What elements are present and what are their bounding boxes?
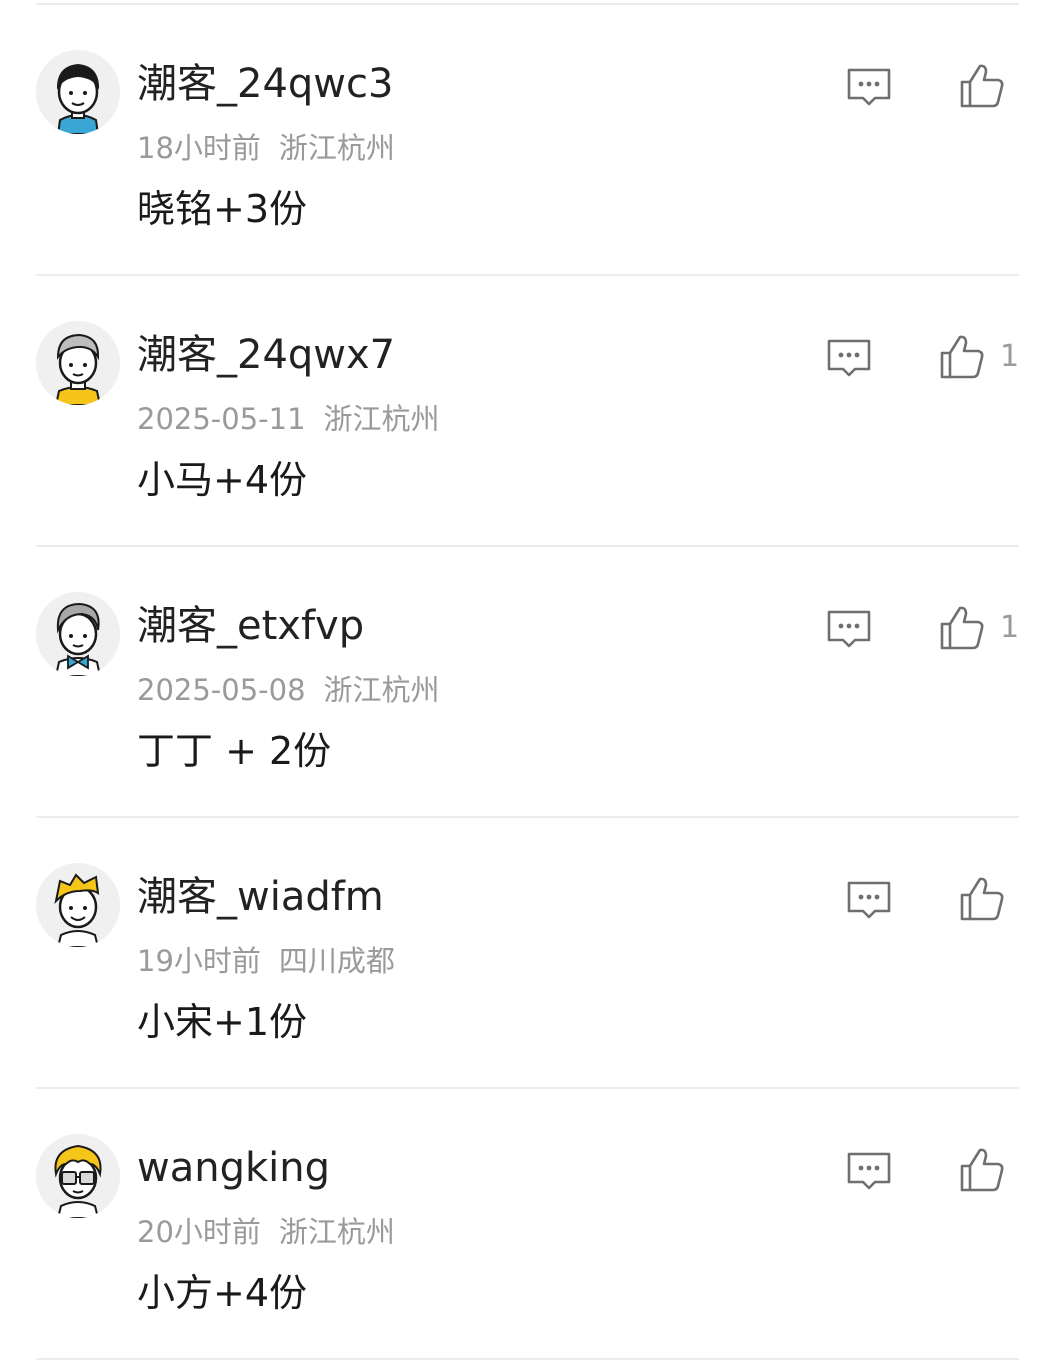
avatar[interactable] — [36, 1134, 120, 1218]
comment-location: 浙江杭州 — [323, 402, 440, 436]
like-count: 1 — [1000, 610, 1020, 645]
comment-location: 四川成都 — [278, 944, 395, 978]
comment-bubble-icon — [847, 881, 891, 919]
boy-black-hair-avatar-icon — [36, 50, 120, 134]
reply-button[interactable] — [825, 608, 873, 652]
comment-location: 浙江杭州 — [278, 1215, 395, 1249]
like-button[interactable] — [958, 1144, 1020, 1196]
username[interactable]: 潮客_24qwx7 — [137, 327, 395, 383]
thumbs-up-icon — [940, 335, 984, 379]
like-button[interactable] — [958, 873, 1020, 925]
reply-button[interactable] — [845, 66, 893, 110]
comment-text: 小马+4份 — [137, 458, 308, 502]
comment-location: 浙江杭州 — [278, 131, 395, 165]
comment-text: 小方+4份 — [137, 1271, 308, 1315]
comment-text: 小宋+1份 — [137, 1000, 308, 1044]
comment-time: 19小时前 — [137, 944, 261, 978]
boy-yellow-hair-avatar-icon — [36, 863, 120, 947]
comment-location: 浙江杭州 — [323, 673, 440, 707]
comment-item: 潮客_wiadfm 19小时前 四川成都 小宋+1份 — [0, 817, 1061, 1088]
comment-item: 潮客_24qwx7 2025-05-11 浙江杭州 小马+4份 1 — [0, 275, 1061, 546]
username[interactable]: 潮客_wiadfm — [137, 869, 384, 925]
reply-button[interactable] — [845, 879, 893, 923]
comment-item: 潮客_etxfvp 2025-05-08 浙江杭州 丁丁 + 2份 1 — [0, 546, 1061, 817]
username[interactable]: 潮客_etxfvp — [137, 598, 364, 654]
avatar[interactable] — [36, 50, 120, 134]
comment-bubble-icon — [847, 68, 891, 106]
comment-item: wangking 20小时前 浙江杭州 小方+4份 — [0, 1088, 1061, 1359]
like-button[interactable]: 1 — [938, 602, 1019, 654]
man-gray-hair-bowtie-avatar-icon — [36, 592, 120, 676]
comment-bubble-icon — [847, 1152, 891, 1190]
comment-meta: 20小时前 浙江杭州 — [137, 1212, 395, 1252]
comment-meta: 19小时前 四川成都 — [137, 941, 395, 981]
comment-text: 晓铭+3份 — [137, 187, 308, 231]
username[interactable]: wangking — [137, 1140, 330, 1196]
like-button[interactable] — [958, 60, 1020, 112]
comment-bubble-icon — [827, 610, 871, 648]
comment-list: 潮客_24qwc3 18小时前 浙江杭州 晓铭+3份 潮客_24qwx7 202… — [0, 0, 1061, 1361]
avatar[interactable] — [36, 592, 120, 676]
comment-meta: 18小时前 浙江杭州 — [137, 128, 395, 168]
like-button[interactable]: 1 — [938, 331, 1019, 383]
comment-item: 潮客_24qwc3 18小时前 浙江杭州 晓铭+3份 — [0, 4, 1061, 275]
reply-button[interactable] — [825, 337, 873, 381]
comment-meta: 2025-05-08 浙江杭州 — [137, 670, 440, 710]
comment-time: 18小时前 — [137, 131, 261, 165]
boy-curly-hair-glasses-avatar-icon — [36, 1134, 120, 1218]
like-count: 1 — [1000, 339, 1020, 374]
avatar[interactable] — [36, 321, 120, 405]
username[interactable]: 潮客_24qwc3 — [137, 56, 393, 112]
comment-text: 丁丁 + 2份 — [137, 729, 332, 773]
comment-time: 20小时前 — [137, 1215, 261, 1249]
comment-meta: 2025-05-11 浙江杭州 — [137, 399, 440, 439]
comment-time: 2025-05-11 — [137, 402, 306, 436]
thumbs-up-icon — [940, 606, 984, 650]
avatar[interactable] — [36, 863, 120, 947]
comment-bubble-icon — [827, 339, 871, 377]
thumbs-up-icon — [960, 64, 1004, 108]
comment-time: 2025-05-08 — [137, 673, 306, 707]
man-gray-hair-avatar-icon — [36, 321, 120, 405]
thumbs-up-icon — [960, 877, 1004, 921]
reply-button[interactable] — [845, 1150, 893, 1194]
thumbs-up-icon — [960, 1148, 1004, 1192]
divider — [36, 1358, 1019, 1360]
